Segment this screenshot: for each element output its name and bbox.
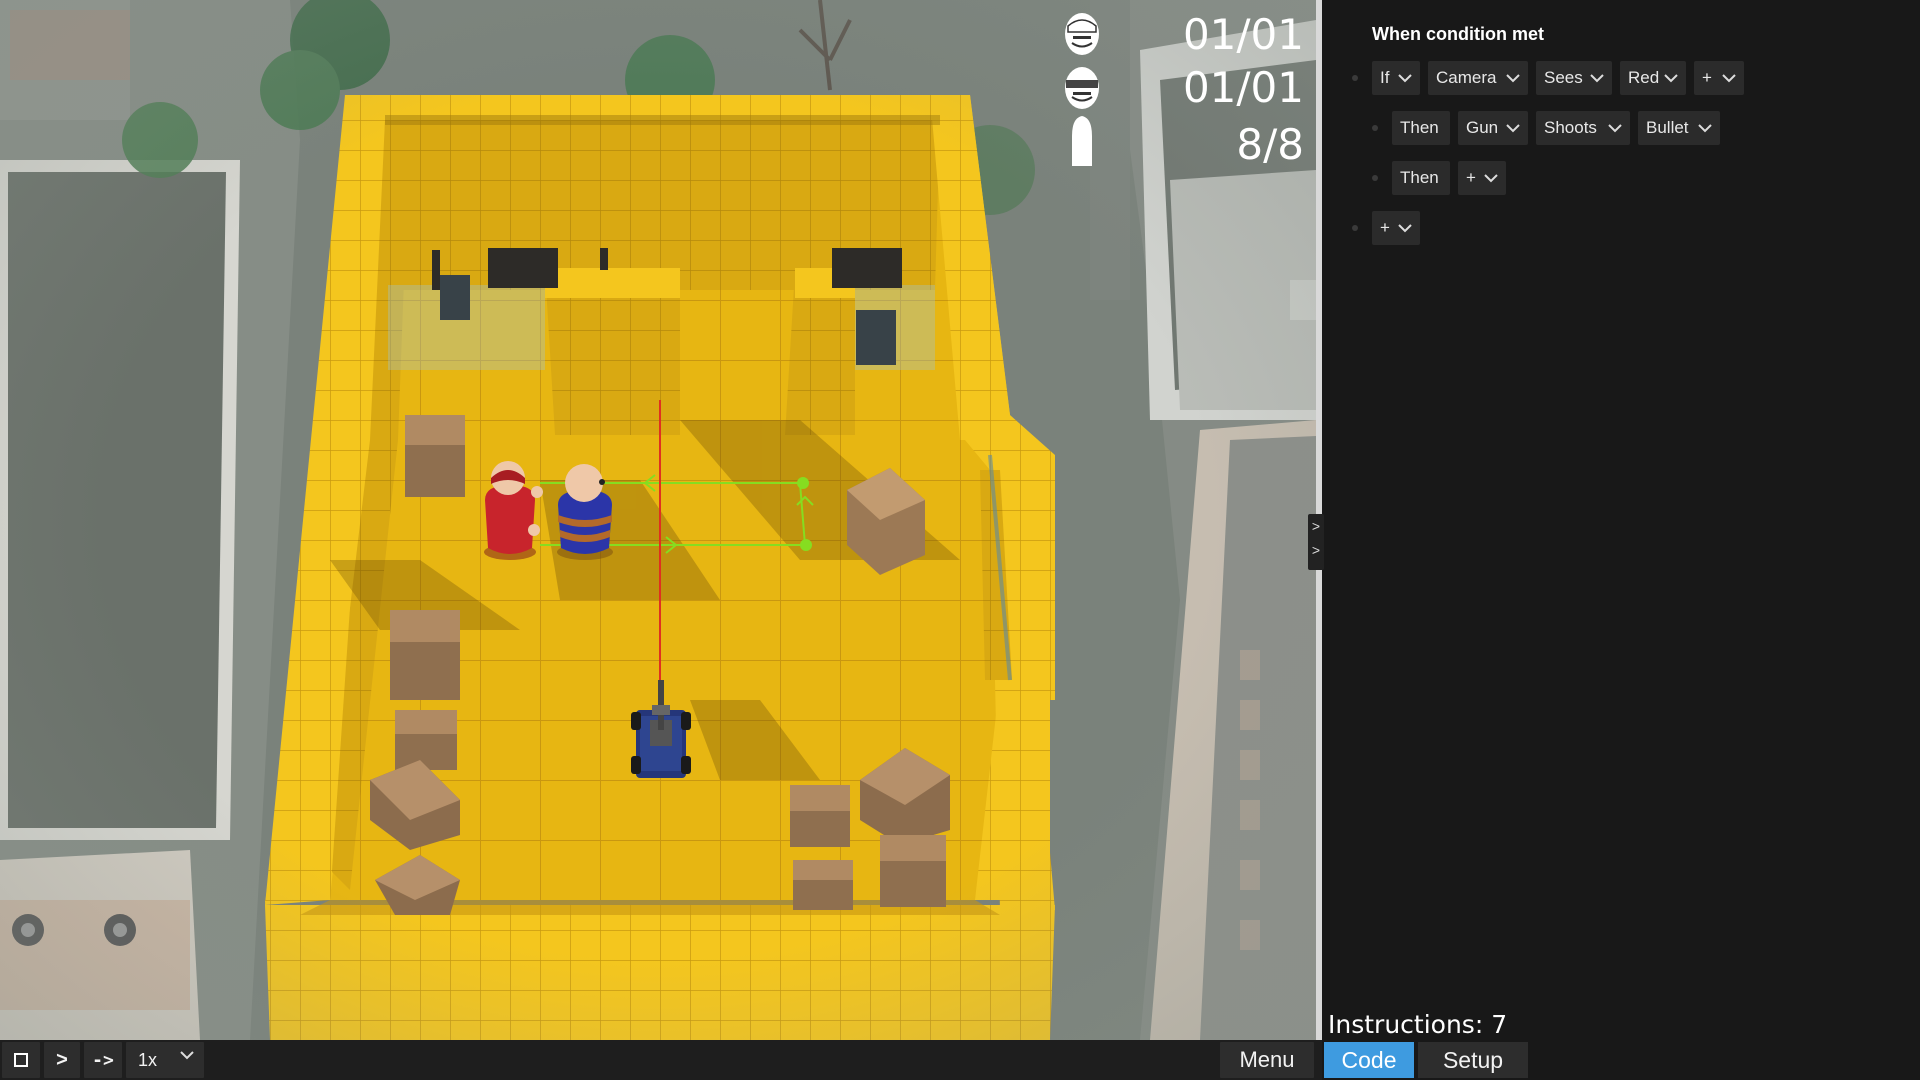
then-label: Then [1392, 111, 1450, 145]
chevron-right-icon: > [1311, 518, 1321, 534]
chevron-down-icon [1608, 124, 1622, 133]
target-red-select[interactable]: Red [1620, 61, 1686, 95]
chevron-right-icon: > [1311, 542, 1321, 558]
rule-bullet [1352, 225, 1358, 231]
enemy-head-icon [1065, 13, 1099, 55]
then-label: Then [1392, 161, 1450, 195]
rule-bullet [1372, 125, 1378, 131]
instruction-count: Instructions: 7 [1328, 1010, 1508, 1039]
add-condition-select[interactable]: + [1694, 61, 1744, 95]
chevron-down-icon [1506, 74, 1520, 83]
stop-square-icon [14, 1053, 28, 1067]
speed-value: 1x [138, 1049, 158, 1070]
ammo-bullet-select[interactable]: Bullet [1638, 111, 1720, 145]
chevron-down-icon [1698, 124, 1712, 133]
condition-sees-select[interactable]: Sees [1536, 61, 1612, 95]
chevron-down-icon [1484, 174, 1498, 183]
tab-code[interactable]: Code [1324, 1042, 1414, 1078]
step-button[interactable]: -> [84, 1042, 122, 1078]
add-action-select[interactable]: + [1458, 161, 1506, 195]
chevron-down-icon [1590, 74, 1604, 83]
panel-title: When condition met [1372, 24, 1544, 44]
actuator-gun-select[interactable]: Gun [1458, 111, 1528, 145]
sensor-camera-select[interactable]: Camera [1428, 61, 1528, 95]
stop-button[interactable] [2, 1042, 40, 1078]
add-rule-select[interactable]: + [1372, 211, 1420, 245]
play-button[interactable]: > [44, 1042, 80, 1078]
rule-bullet [1352, 75, 1358, 81]
level-scene [0, 0, 1316, 1040]
playback-toolbar: > -> 1x Menu [0, 1040, 1322, 1080]
civilian-head-icon [1065, 67, 1099, 109]
rule-bullet [1372, 175, 1378, 181]
bullet-icon [1072, 116, 1092, 166]
game-viewport[interactable]: 01/01 01/01 8/8 [0, 0, 1316, 1040]
if-token-select[interactable]: If [1372, 61, 1420, 95]
chevron-down-icon [180, 1051, 194, 1060]
civilians-counter: 01/01 [1182, 63, 1304, 112]
chevron-down-icon [1398, 74, 1412, 83]
action-shoots-select[interactable]: Shoots [1536, 111, 1630, 145]
chevron-down-icon [1506, 124, 1520, 133]
chevron-down-icon [1664, 74, 1678, 83]
tab-setup[interactable]: Setup [1418, 1042, 1528, 1078]
speed-select[interactable]: 1x [126, 1042, 204, 1078]
chevron-down-icon [1722, 74, 1736, 83]
menu-button[interactable]: Menu [1220, 1042, 1314, 1078]
targets-counter: 01/01 [1182, 10, 1304, 59]
panel-collapse-handle[interactable]: > > [1308, 514, 1324, 570]
chevron-down-icon [1398, 224, 1412, 233]
ammo-counter: 8/8 [1236, 120, 1304, 169]
code-panel: When condition met If Camera Sees Red + … [1322, 0, 1920, 1080]
